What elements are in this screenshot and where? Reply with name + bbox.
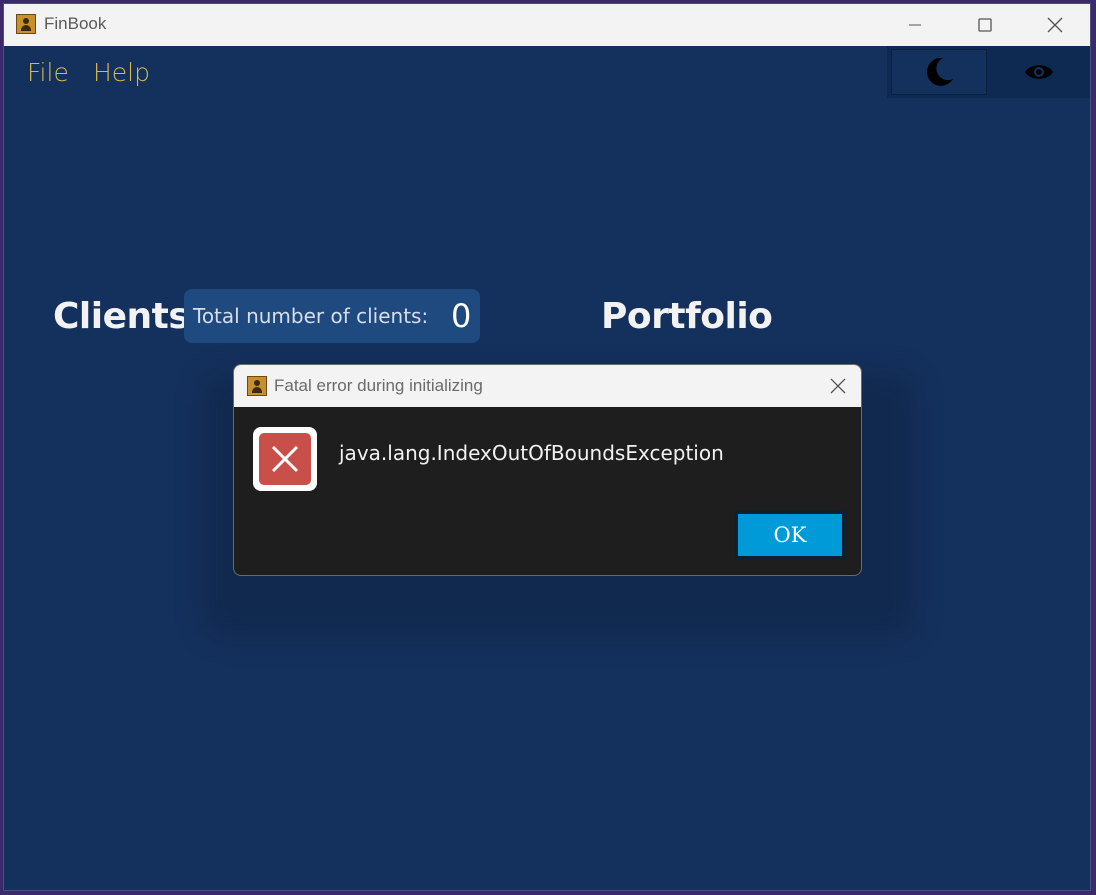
close-button[interactable]: [1032, 4, 1078, 46]
client-count-badge: Total number of clients: 0: [184, 289, 480, 343]
client-count-value: 0: [451, 297, 472, 335]
error-icon-background: [259, 433, 311, 485]
menu-file[interactable]: File: [27, 58, 69, 87]
address-book-icon: [247, 376, 267, 396]
close-icon: [1047, 17, 1063, 33]
error-message: java.lang.IndexOutOfBoundsException: [339, 441, 724, 465]
visibility-toggle-button[interactable]: [991, 49, 1087, 95]
client-count-label: Total number of clients:: [193, 304, 429, 328]
clients-heading: Clients: [53, 296, 190, 337]
error-dialog: Fatal error during initializing java.lan…: [233, 364, 862, 576]
window-title: FinBook: [44, 14, 107, 33]
title-bar[interactable]: FinBook: [4, 4, 1090, 46]
maximize-icon: [978, 18, 992, 32]
address-book-icon: [16, 14, 36, 34]
ok-button-label: OK: [738, 514, 842, 556]
app-window: FinBook File Help Clients Total number o…: [3, 3, 1091, 891]
error-icon: [253, 427, 317, 491]
ok-button[interactable]: OK: [735, 511, 845, 559]
toolbar-toggles: [887, 46, 1090, 98]
menu-help[interactable]: Help: [93, 58, 150, 87]
dialog-title: Fatal error during initializing: [274, 376, 483, 395]
minimize-button[interactable]: [892, 4, 938, 46]
moon-icon: [926, 57, 953, 86]
close-icon: [830, 378, 846, 394]
cross-icon: [271, 445, 299, 473]
maximize-button[interactable]: [962, 4, 1008, 46]
portfolio-heading: Portfolio: [601, 296, 773, 337]
theme-toggle-button[interactable]: [891, 49, 987, 95]
dialog-title-bar[interactable]: Fatal error during initializing: [234, 365, 861, 407]
dialog-close-button[interactable]: [818, 365, 858, 407]
minimize-icon: [909, 24, 921, 26]
eye-icon: [1025, 65, 1053, 79]
